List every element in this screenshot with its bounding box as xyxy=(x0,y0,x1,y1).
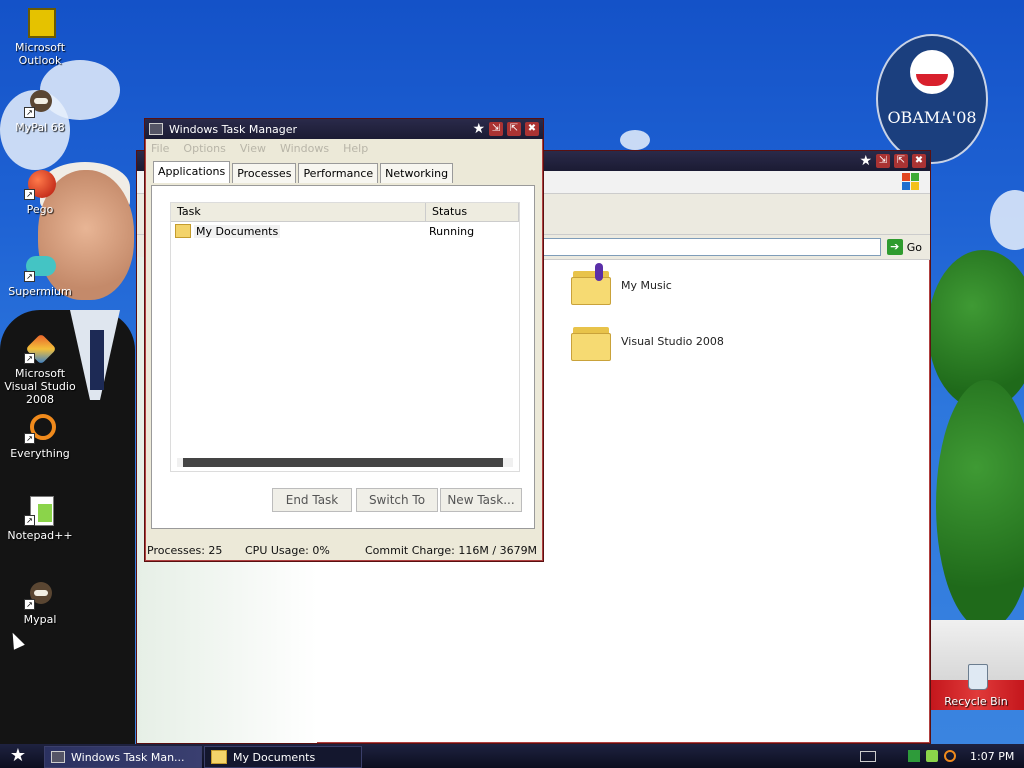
outlook-icon xyxy=(24,6,56,38)
desktop-icon-mypal68[interactable]: ↗ MyPal 68 xyxy=(0,86,80,134)
task-manager-window[interactable]: Windows Task Manager ★ ⇲ ⇱ ✖ File Option… xyxy=(144,118,544,562)
column-task[interactable]: Task xyxy=(171,203,426,221)
task-status: Running xyxy=(429,224,475,238)
folder-label: Visual Studio 2008 xyxy=(621,334,724,348)
minimize-button[interactable]: ⇲ xyxy=(489,122,503,136)
maximize-button[interactable]: ⇱ xyxy=(894,154,908,168)
task-manager-icon xyxy=(149,123,163,135)
commit-charge: Commit Charge: 116M / 3679M xyxy=(365,543,538,557)
task-name: My Documents xyxy=(194,224,281,238)
cpu-usage: CPU Usage: 0% xyxy=(245,543,330,557)
desktop-icon-label: Recycle Bin xyxy=(944,695,1008,708)
table-row[interactable]: My Documents Running xyxy=(171,222,519,240)
end-task-button[interactable]: End Task xyxy=(272,488,352,512)
tab-performance[interactable]: Performance xyxy=(298,163,379,183)
menu-windows[interactable]: Windows xyxy=(280,142,329,155)
network-icon[interactable] xyxy=(908,750,920,762)
desktop-icon-supermium[interactable]: ↗ Supermium xyxy=(0,250,80,298)
scrollbar-thumb[interactable] xyxy=(183,458,503,467)
processes-count: Processes: 25 xyxy=(147,543,223,557)
search-icon[interactable] xyxy=(944,750,956,762)
taskbar-label: Windows Task Man... xyxy=(71,750,185,764)
desktop-icon-label: Supermium xyxy=(8,285,72,298)
supermium-icon: ↗ xyxy=(24,250,56,282)
folder-visual-studio-2008[interactable]: Visual Studio 2008 xyxy=(571,323,724,361)
desktop-icon-label: Microsoft Outlook xyxy=(14,41,66,67)
menu-help[interactable]: Help xyxy=(343,142,368,155)
desktop-icon-recycle-bin[interactable]: Recycle Bin xyxy=(936,660,1016,708)
cloud xyxy=(620,130,650,150)
task-manager-icon xyxy=(51,751,65,763)
obama-logo: OBAMA'08 xyxy=(876,34,988,164)
notepad-plus-plus-icon: ↗ xyxy=(24,494,56,526)
desktop-icon-visual-studio[interactable]: ↗ Microsoft Visual Studio 2008 xyxy=(0,332,80,406)
status-bar: Processes: 25 CPU Usage: 0% Commit Charg… xyxy=(145,541,543,559)
mypal-icon: ↗ xyxy=(24,578,56,610)
desktop-icon-mypal[interactable]: ↗ Mypal xyxy=(0,578,80,626)
cloud xyxy=(990,190,1024,250)
star-icon[interactable]: ★ xyxy=(472,122,485,136)
desktop-icon-label: Notepad++ xyxy=(7,529,73,542)
pego-icon: ↗ xyxy=(24,168,56,200)
clock[interactable]: 1:07 PM xyxy=(970,750,1014,763)
title-bar[interactable]: Windows Task Manager ★ ⇲ ⇱ ✖ xyxy=(145,119,543,139)
mypal-icon: ↗ xyxy=(24,86,56,118)
visual-studio-icon: ↗ xyxy=(24,332,57,365)
windows-flag-icon xyxy=(902,173,920,191)
menu-file[interactable]: File xyxy=(151,142,169,155)
switch-to-button[interactable]: Switch To xyxy=(356,488,438,512)
logo-text: OBAMA'08 xyxy=(887,108,977,127)
desktop-icon-label: Microsoft Visual Studio 2008 xyxy=(4,367,76,406)
desktop-icon-outlook[interactable]: Microsoft Outlook xyxy=(0,6,80,67)
window-title: Windows Task Manager xyxy=(169,122,298,136)
folder-label: My Music xyxy=(621,278,672,292)
go-arrow-icon: ➔ xyxy=(886,239,903,255)
address-field[interactable] xyxy=(537,238,881,256)
taskbar-item-task-manager[interactable]: Windows Task Man... xyxy=(44,746,202,768)
music-folder-icon xyxy=(571,263,611,305)
go-button[interactable]: ➔ Go xyxy=(886,239,922,255)
tab-networking[interactable]: Networking xyxy=(380,163,454,183)
desktop-icon-label: MyPal 68 xyxy=(15,121,65,134)
new-task-button[interactable]: New Task... xyxy=(440,488,522,512)
taskbar-label: My Documents xyxy=(233,750,316,764)
keyboard-icon[interactable] xyxy=(860,751,876,762)
applications-panel: Task Status My Documents Running End Tas… xyxy=(151,185,535,529)
close-button[interactable]: ✖ xyxy=(525,122,539,136)
minimize-button[interactable]: ⇲ xyxy=(876,154,890,168)
desktop-icon-pego[interactable]: ↗ Pego xyxy=(0,168,80,216)
start-button[interactable]: ★ xyxy=(4,746,32,766)
desktop-icon-label: Mypal xyxy=(23,613,57,626)
menu-options[interactable]: Options xyxy=(183,142,225,155)
folder-icon xyxy=(211,750,227,764)
go-label: Go xyxy=(906,240,922,254)
task-list-header: Task Status xyxy=(171,203,519,222)
tab-strip: Applications Processes Performance Netwo… xyxy=(153,161,455,183)
task-list[interactable]: Task Status My Documents Running xyxy=(170,202,520,472)
menu-view[interactable]: View xyxy=(240,142,266,155)
everything-icon: ↗ xyxy=(24,412,56,444)
folder-icon xyxy=(175,224,191,238)
taskbar: ★ Windows Task Man... My Documents 1:07 … xyxy=(0,744,1024,768)
taskbar-item-my-documents[interactable]: My Documents xyxy=(204,746,362,768)
close-button[interactable]: ✖ xyxy=(912,154,926,168)
tray-app-icon[interactable] xyxy=(926,750,938,762)
tree xyxy=(936,380,1024,630)
tab-applications[interactable]: Applications xyxy=(153,161,231,183)
star-icon[interactable]: ★ xyxy=(859,154,872,168)
desktop-icon-everything[interactable]: ↗ Everything xyxy=(0,412,80,460)
folder-my-music[interactable]: My Music xyxy=(571,263,672,305)
desktop-icon-label: Everything xyxy=(10,447,70,460)
system-tray: 1:07 PM xyxy=(904,746,1024,766)
maximize-button[interactable]: ⇱ xyxy=(507,122,521,136)
column-status[interactable]: Status xyxy=(426,203,519,221)
tab-processes[interactable]: Processes xyxy=(232,163,297,183)
menu-bar: File Options View Windows Help xyxy=(145,139,543,157)
desktop-icon-label: Pego xyxy=(26,203,54,216)
desktop-icon-notepad-plus-plus[interactable]: ↗ Notepad++ xyxy=(0,494,80,542)
folder-icon xyxy=(571,323,611,361)
recycle-bin-icon xyxy=(960,660,992,692)
horizontal-scrollbar[interactable] xyxy=(177,458,513,467)
